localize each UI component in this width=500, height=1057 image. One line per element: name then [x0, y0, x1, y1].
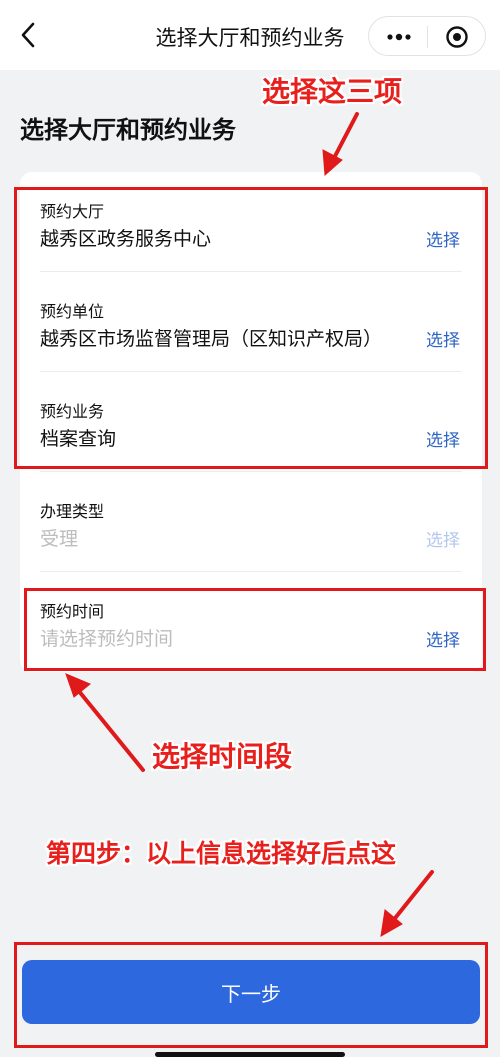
capsule-divider: [427, 26, 428, 48]
close-mini-program-icon[interactable]: [445, 25, 469, 49]
annotation-select-time: 选择时间段: [152, 740, 293, 773]
highlight-box-time: [24, 588, 486, 671]
handle-type-row: 办理类型 受理 选择: [20, 472, 482, 572]
handle-type-value: 受理: [40, 528, 79, 550]
handle-type-label: 办理类型: [40, 502, 105, 521]
annotation-select-three: 选择这三项: [262, 75, 403, 108]
home-indicator: [155, 1052, 345, 1057]
navigation-bar: 选择大厅和预约业务: [0, 0, 500, 70]
arrow-to-three-items: [322, 112, 359, 177]
handle-type-select-link: 选择: [426, 531, 460, 551]
mini-program-capsule: [368, 16, 486, 56]
more-icon[interactable]: [385, 27, 413, 47]
arrow-to-next-button: [380, 870, 434, 937]
annotation-step-four: 第四步：以上信息选择好后点这: [46, 839, 397, 868]
highlight-box-three-items: [14, 187, 488, 469]
page-title: 选择大厅和预约业务: [20, 116, 236, 144]
arrow-to-time-row: [65, 673, 145, 772]
next-step-button[interactable]: 下一步: [22, 960, 480, 1024]
